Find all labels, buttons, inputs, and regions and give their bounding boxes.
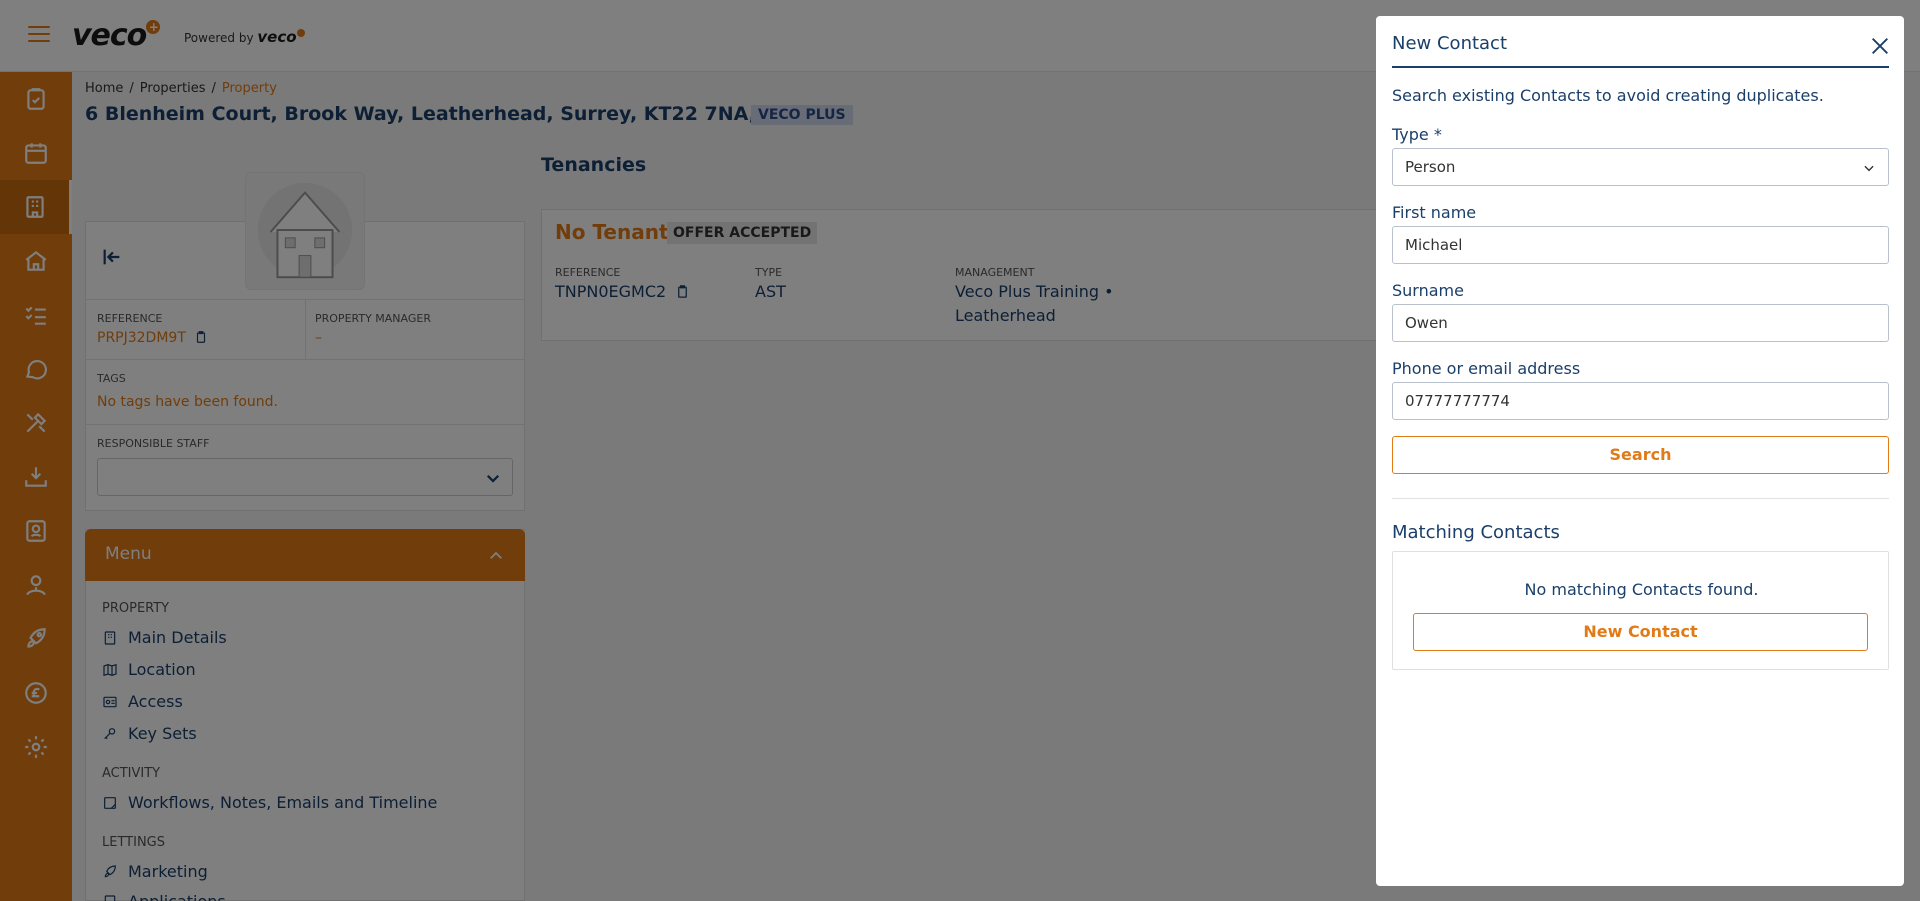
modal-title-underline bbox=[1392, 66, 1889, 68]
no-matching-contacts-message: No matching Contacts found. bbox=[1524, 580, 1759, 599]
modal-title: New Contact bbox=[1392, 33, 1508, 54]
close-icon[interactable] bbox=[1869, 35, 1891, 57]
phone-email-input[interactable]: 07777777774 bbox=[1392, 382, 1889, 420]
search-button[interactable]: Search bbox=[1392, 436, 1889, 474]
phone-email-label: Phone or email address bbox=[1392, 359, 1581, 378]
matching-contacts-heading: Matching Contacts bbox=[1392, 522, 1560, 543]
new-contact-button[interactable]: New Contact bbox=[1413, 613, 1868, 651]
modal-hint: Search existing Contacts to avoid creati… bbox=[1392, 86, 1824, 105]
surname-label: Surname bbox=[1392, 281, 1464, 300]
first-name-input[interactable]: Michael bbox=[1392, 226, 1889, 264]
new-contact-modal: New Contact Search existing Contacts to … bbox=[1376, 16, 1904, 886]
divider bbox=[1392, 498, 1889, 499]
type-label: Type * bbox=[1392, 125, 1442, 144]
matching-contacts-panel: No matching Contacts found. New Contact bbox=[1392, 551, 1889, 670]
first-name-label: First name bbox=[1392, 203, 1477, 222]
type-select[interactable]: Person bbox=[1392, 148, 1889, 186]
chevron-down-icon bbox=[1864, 165, 1874, 172]
type-select-value: Person bbox=[1405, 158, 1456, 176]
surname-input[interactable]: Owen bbox=[1392, 304, 1889, 342]
